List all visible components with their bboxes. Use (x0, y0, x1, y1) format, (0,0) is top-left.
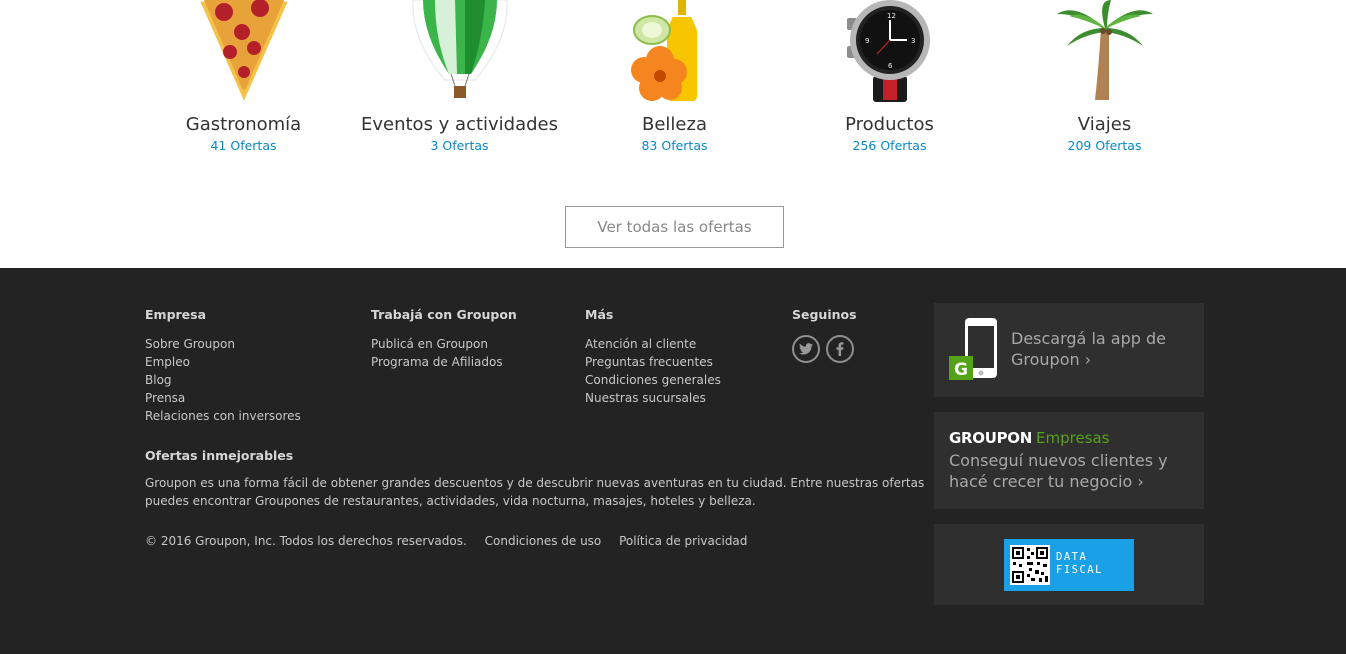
footer-link-blog[interactable]: Blog (145, 371, 301, 389)
privacy-link[interactable]: Política de privacidad (619, 534, 747, 548)
svg-text:3: 3 (911, 37, 915, 45)
category-count-link[interactable]: 41 Ofertas (136, 137, 351, 155)
category-count-link[interactable]: 83 Ofertas (567, 137, 782, 155)
data-fiscal-label: DATA FISCAL (1056, 551, 1103, 576)
category-viajes[interactable]: Viajes 209 Ofertas (997, 0, 1212, 155)
facebook-icon[interactable] (826, 335, 854, 363)
category-count-link[interactable]: 209 Ofertas (997, 137, 1212, 155)
category-gastronomia[interactable]: Gastronomía 41 Ofertas (136, 0, 351, 155)
social-links (792, 335, 857, 363)
footer-link-sobre-groupon[interactable]: Sobre Groupon (145, 335, 301, 353)
categories-section: Gastronomía 41 Ofertas Eventos y activid… (0, 0, 1346, 268)
footer-column-empresa: Empresa Sobre Groupon Empleo Blog Prensa… (145, 308, 301, 425)
category-eventos[interactable]: Eventos y actividades 3 Ofertas (352, 0, 567, 155)
footer-link-prensa[interactable]: Prensa (145, 389, 301, 407)
footer-link-sucursales[interactable]: Nuestras sucursales (585, 389, 721, 407)
category-name[interactable]: Gastronomía (136, 114, 351, 136)
category-name[interactable]: Eventos y actividades (352, 114, 567, 136)
copyright-text: © 2016 Groupon, Inc. Todos los derechos … (145, 534, 467, 548)
footer: Empresa Sobre Groupon Empleo Blog Prensa… (0, 268, 1346, 654)
hot-air-balloon-icon (352, 0, 567, 104)
ofertas-description: Groupon es una forma fácil de obtener gr… (145, 476, 925, 508)
svg-text:12: 12 (887, 12, 896, 20)
beauty-oil-flower-icon (567, 0, 782, 104)
category-productos[interactable]: 12 3 6 9 Productos 256 Ofertas (782, 0, 997, 155)
svg-text:9: 9 (865, 37, 869, 45)
column-title: Empresa (145, 307, 207, 322)
data-fiscal-box: DATA FISCAL (934, 524, 1204, 605)
groupon-empresas-box[interactable]: GROUPON Empresas Conseguí nuevos clientes… (934, 412, 1204, 509)
data-fiscal-badge[interactable]: DATA FISCAL (1004, 539, 1134, 591)
wristwatch-icon: 12 3 6 9 (782, 0, 997, 104)
legal-line: © 2016 Groupon, Inc. Todos los derechos … (145, 533, 757, 549)
terms-link[interactable]: Condiciones de uso (485, 534, 602, 548)
download-app-box[interactable]: G Descargá la app de Groupon › (934, 303, 1204, 397)
column-title: Seguinos (792, 307, 857, 322)
groupon-empresas-text: Conseguí nuevos clientes y hacé crecer t… (949, 451, 1168, 491)
mobile-phone-icon: G (949, 318, 997, 380)
pizza-slice-icon (136, 0, 351, 104)
category-belleza[interactable]: Belleza 83 Ofertas (567, 0, 782, 155)
footer-link-empleo[interactable]: Empleo (145, 353, 301, 371)
category-name[interactable]: Viajes (997, 114, 1212, 136)
category-count-link[interactable]: 3 Ofertas (352, 137, 567, 155)
palm-tree-icon (997, 0, 1212, 104)
category-name[interactable]: Belleza (567, 114, 782, 136)
see-all-offers-button[interactable]: Ver todas las ofertas (565, 206, 784, 248)
column-title: Más (585, 307, 614, 322)
column-title: Trabajá con Groupon (371, 307, 517, 322)
footer-link-condiciones-generales[interactable]: Condiciones generales (585, 371, 721, 389)
download-app-text: Descargá la app de Groupon › (1011, 329, 1166, 369)
svg-text:G: G (954, 360, 968, 380)
footer-link-publica[interactable]: Publicá en Groupon (371, 335, 517, 353)
category-name[interactable]: Productos (782, 114, 997, 136)
category-count-link[interactable]: 256 Ofertas (782, 137, 997, 155)
ofertas-section: Ofertas inmejorables Groupon es una form… (145, 449, 925, 510)
footer-link-preguntas-frecuentes[interactable]: Preguntas frecuentes (585, 353, 721, 371)
footer-column-mas: Más Atención al cliente Preguntas frecue… (585, 308, 721, 407)
footer-link-atencion-cliente[interactable]: Atención al cliente (585, 335, 721, 353)
qr-code-icon (1010, 545, 1050, 585)
footer-link-afiliados[interactable]: Programa de Afiliados (371, 353, 517, 371)
svg-text:6: 6 (888, 62, 893, 70)
ofertas-title: Ofertas inmejorables (145, 448, 294, 463)
footer-column-seguinos: Seguinos (792, 308, 857, 363)
footer-link-relaciones-inversores[interactable]: Relaciones con inversores (145, 407, 301, 425)
footer-column-trabaja: Trabajá con Groupon Publicá en Groupon P… (371, 308, 517, 371)
twitter-icon[interactable] (792, 335, 820, 363)
groupon-empresas-logo: GROUPON Empresas (949, 429, 1110, 447)
